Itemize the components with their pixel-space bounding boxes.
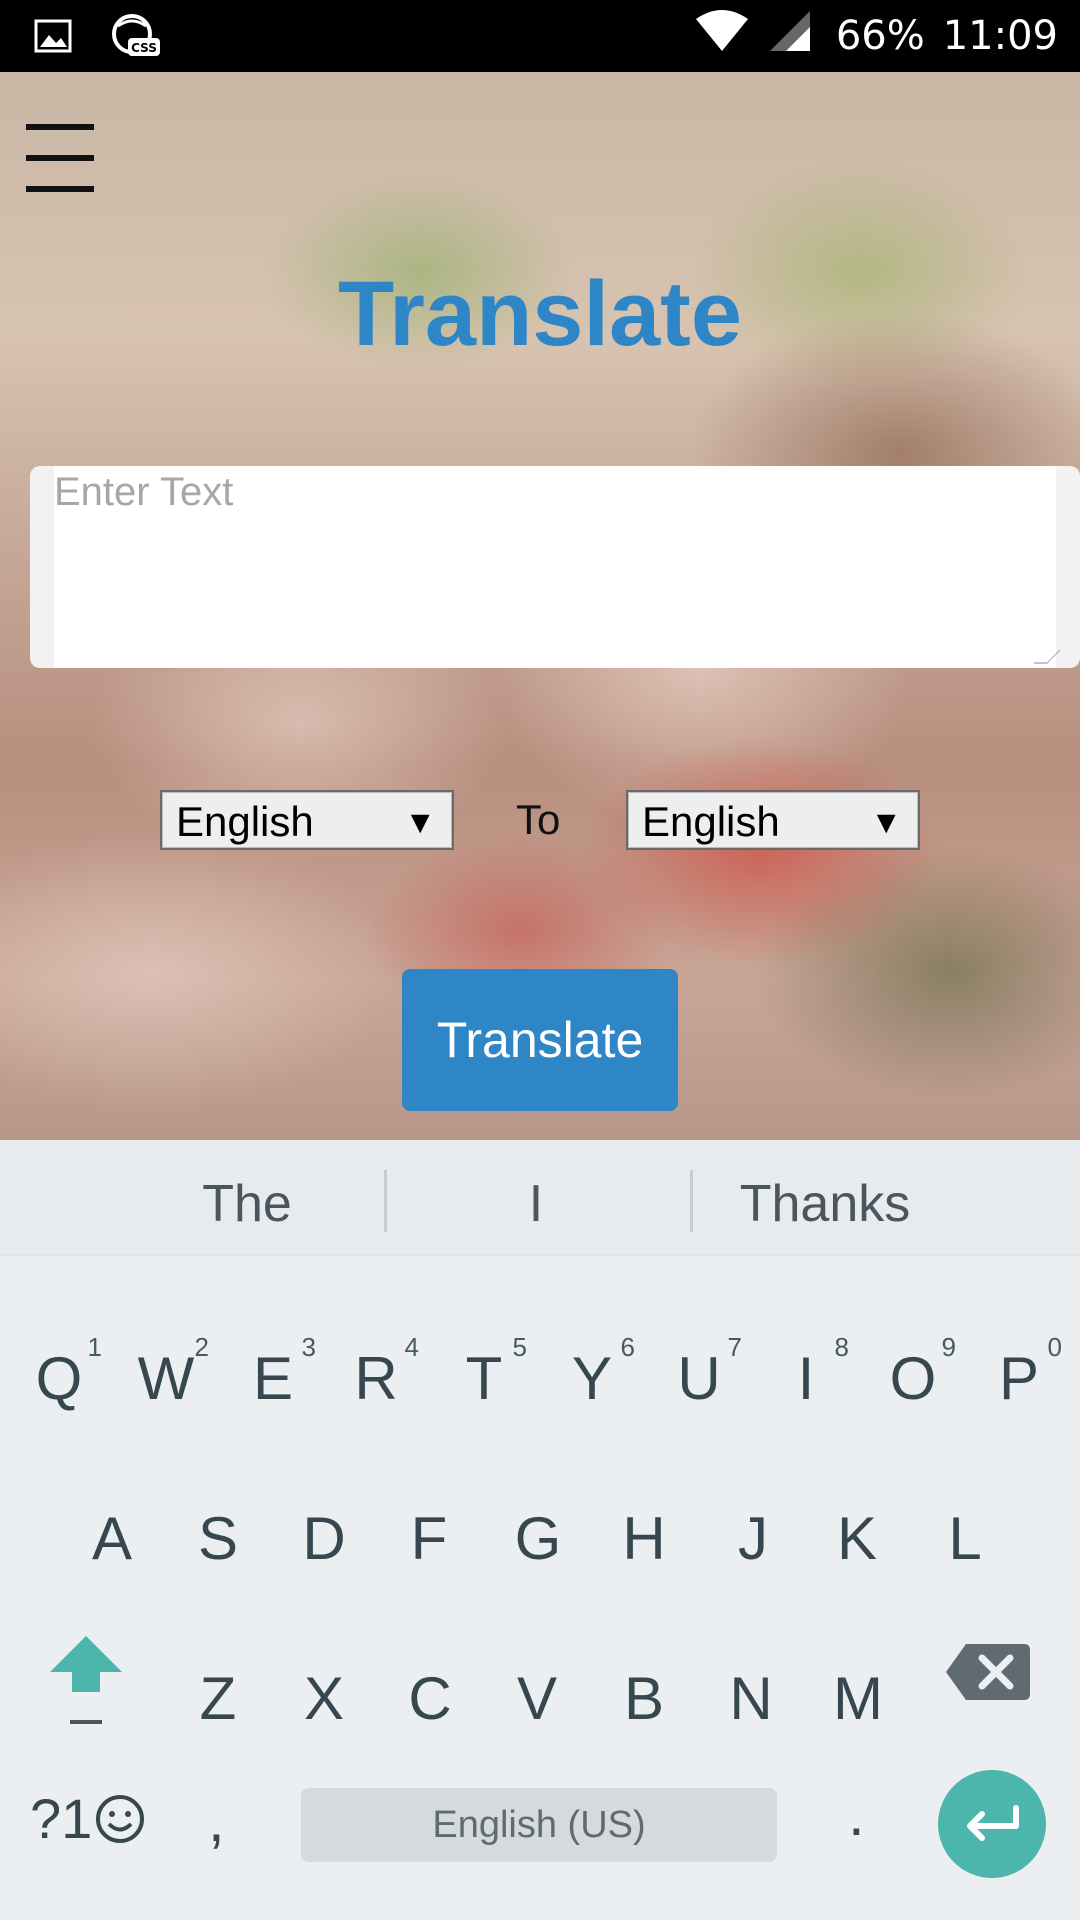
key-label: T — [465, 1345, 503, 1412]
soft-keyboard: The I Thanks 1Q 2W 3E 4R 5T 6Y 7U 8I 9O … — [0, 1140, 1080, 1920]
key-label: S — [197, 1505, 239, 1572]
key-label: L — [948, 1505, 982, 1572]
text-input-container — [30, 466, 1080, 668]
source-text-input[interactable] — [54, 466, 1056, 668]
key-label: X — [303, 1665, 345, 1732]
suggestion-strip: The I Thanks — [0, 1140, 1080, 1256]
key-label: Y — [571, 1345, 613, 1412]
space-bar[interactable]: English (US) — [301, 1788, 777, 1862]
key-t[interactable]: 5T — [431, 1308, 537, 1438]
key-b[interactable]: B — [591, 1628, 697, 1758]
shift-key[interactable] — [36, 1626, 136, 1736]
key-label: V — [516, 1665, 558, 1732]
key-r[interactable]: 4R — [323, 1308, 429, 1438]
key-label: M — [833, 1665, 883, 1732]
key-label: I — [797, 1345, 815, 1412]
app-content: Translate English ▼ To English ▼ Transla… — [0, 72, 1080, 1140]
key-k[interactable]: K — [804, 1468, 910, 1598]
from-language-value: English — [176, 798, 314, 845]
key-h[interactable]: H — [591, 1468, 697, 1598]
gallery-icon — [34, 19, 72, 58]
key-label: B — [623, 1665, 665, 1732]
key-label: U — [677, 1345, 721, 1412]
key-o[interactable]: 9O — [860, 1308, 966, 1438]
wifi-icon — [694, 9, 750, 63]
to-language-value: English — [642, 798, 780, 845]
key-e[interactable]: 3E — [220, 1308, 326, 1438]
key-f[interactable]: F — [376, 1468, 482, 1598]
key-label: O — [889, 1345, 937, 1412]
cell-signal-icon — [768, 9, 812, 63]
key-m[interactable]: M — [805, 1628, 911, 1758]
key-label: W — [137, 1345, 195, 1412]
backspace-icon — [946, 1644, 1030, 1700]
backspace-key[interactable] — [944, 1632, 1034, 1712]
enter-key[interactable] — [938, 1770, 1046, 1878]
key-s[interactable]: S — [165, 1468, 271, 1598]
language-row: English ▼ To English ▼ — [0, 790, 1080, 850]
key-d[interactable]: D — [271, 1468, 377, 1598]
key-label: C — [408, 1665, 452, 1732]
symbols-key[interactable]: ?1 — [30, 1786, 146, 1851]
enter-arrow-icon — [967, 1805, 1019, 1841]
key-w[interactable]: 2W — [113, 1308, 219, 1438]
to-language-select[interactable]: English ▼ — [626, 790, 920, 850]
key-l[interactable]: L — [912, 1468, 1018, 1598]
shift-arrow-icon — [50, 1636, 122, 1724]
key-label: R — [354, 1345, 398, 1412]
clock: 11:09 — [942, 13, 1058, 59]
key-label: J — [738, 1505, 768, 1572]
key-a[interactable]: A — [59, 1468, 165, 1598]
key-label: D — [302, 1505, 346, 1572]
key-c[interactable]: C — [377, 1628, 483, 1758]
to-label: To — [516, 796, 561, 843]
dropdown-arrow-icon: ▼ — [870, 804, 902, 840]
period-key[interactable]: . — [848, 1780, 865, 1849]
key-label: H — [622, 1505, 666, 1572]
key-label: Z — [199, 1665, 237, 1732]
key-x[interactable]: X — [271, 1628, 377, 1758]
hamburger-menu-icon[interactable] — [26, 124, 94, 192]
page-title: Translate — [338, 263, 742, 365]
symbols-label: ?1 — [30, 1787, 93, 1850]
key-label: F — [410, 1505, 448, 1572]
suggestion-divider — [690, 1170, 693, 1232]
key-label: K — [836, 1505, 878, 1572]
key-z[interactable]: Z — [165, 1628, 271, 1758]
key-q[interactable]: 1Q — [6, 1308, 112, 1438]
translate-button[interactable]: Translate — [402, 969, 678, 1111]
status-bar: CSS 66% 11:09 — [0, 0, 1080, 72]
key-label: P — [998, 1345, 1040, 1412]
suggestion-3[interactable]: Thanks — [700, 1174, 950, 1234]
emoji-icon — [96, 1794, 145, 1843]
key-v[interactable]: V — [484, 1628, 590, 1758]
key-label: E — [252, 1345, 294, 1412]
key-label: N — [729, 1665, 773, 1732]
key-g[interactable]: G — [485, 1468, 591, 1598]
key-i[interactable]: 8I — [753, 1308, 859, 1438]
key-u[interactable]: 7U — [646, 1308, 752, 1438]
suggestion-2[interactable]: I — [386, 1174, 686, 1234]
key-p[interactable]: 0P — [966, 1308, 1072, 1438]
from-language-select[interactable]: English ▼ — [160, 790, 454, 850]
key-label: A — [91, 1505, 133, 1572]
css-app-icon: CSS — [110, 12, 162, 65]
dropdown-arrow-icon: ▼ — [404, 804, 436, 840]
comma-key[interactable]: , — [208, 1786, 225, 1855]
suggestion-1[interactable]: The — [160, 1174, 334, 1234]
key-j[interactable]: J — [700, 1468, 806, 1598]
key-label: Q — [35, 1345, 83, 1412]
battery-percent: 66% — [835, 13, 925, 59]
key-n[interactable]: N — [698, 1628, 804, 1758]
key-y[interactable]: 6Y — [539, 1308, 645, 1438]
key-label: G — [514, 1505, 562, 1572]
svg-text:CSS: CSS — [131, 41, 157, 55]
